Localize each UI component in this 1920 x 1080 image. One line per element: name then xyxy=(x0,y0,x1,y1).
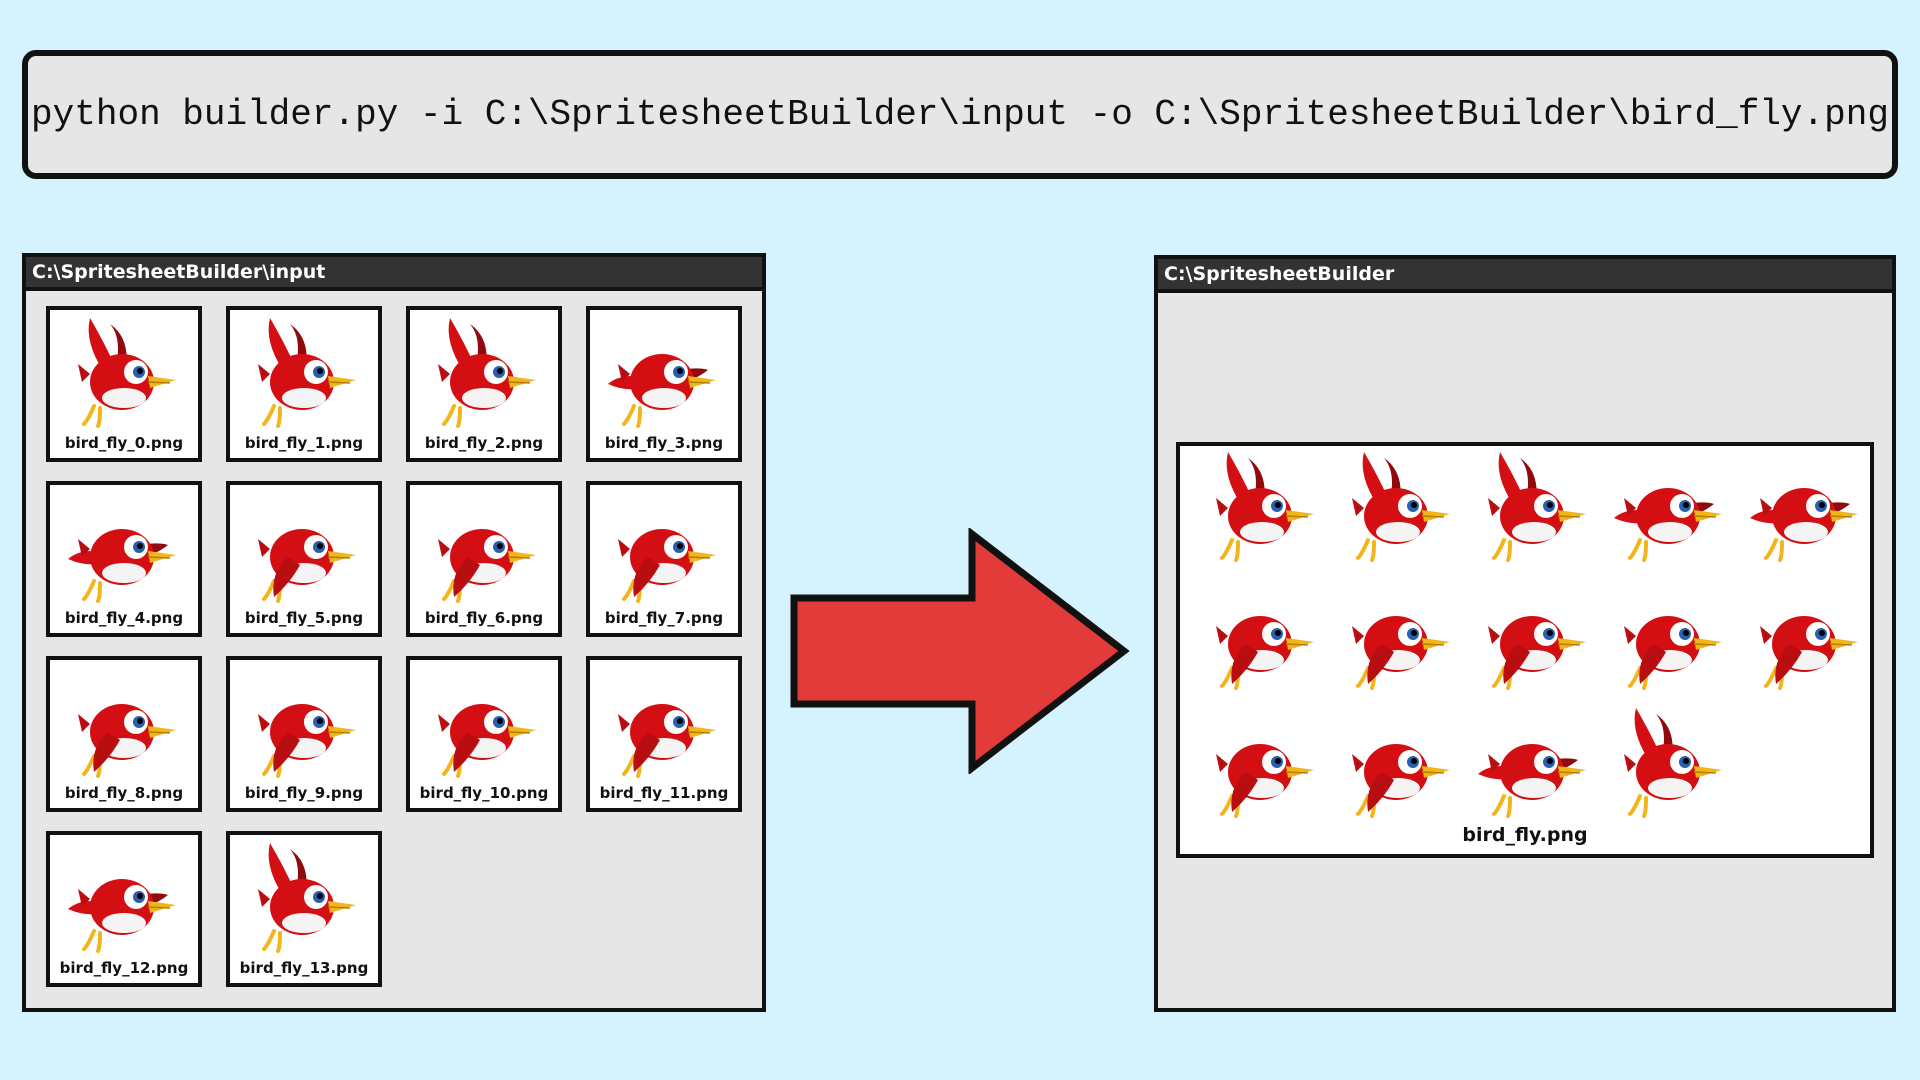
file-thumbnail[interactable]: bird_fly_11.png xyxy=(586,656,742,812)
bird-sprite-icon xyxy=(1622,614,1724,690)
spritesheet-image: bird_fly.png xyxy=(1176,442,1874,858)
bird-sprite-icon xyxy=(1350,614,1452,690)
file-thumbnail[interactable]: bird_fly_6.png xyxy=(406,481,562,637)
sprite-frame xyxy=(1202,574,1322,694)
sprite-frame xyxy=(1474,574,1594,694)
bird-sprite-icon xyxy=(76,702,178,778)
file-name: bird_fly_8.png xyxy=(64,784,184,802)
sprite-frame xyxy=(1474,446,1594,566)
file-thumbnail[interactable]: bird_fly_0.png xyxy=(46,306,202,462)
file-name: bird_fly_4.png xyxy=(64,609,184,627)
file-name: bird_fly_9.png xyxy=(244,784,364,802)
file-name: bird_fly_6.png xyxy=(424,609,544,627)
sprite-frame xyxy=(1610,702,1730,822)
bird-sprite-icon xyxy=(436,702,538,778)
sprite-frame xyxy=(1474,702,1594,822)
bird-sprite-icon xyxy=(1214,742,1316,818)
file-name: bird_fly_10.png xyxy=(419,784,549,802)
file-thumbnail[interactable]: bird_fly_5.png xyxy=(226,481,382,637)
bird-sprite-icon xyxy=(616,702,718,778)
file-name: bird_fly_13.png xyxy=(239,959,369,977)
bird-sprite-icon xyxy=(1486,452,1588,562)
bird-sprite-icon xyxy=(436,527,538,603)
bird-sprite-icon xyxy=(616,527,718,603)
file-name: bird_fly_5.png xyxy=(244,609,364,627)
bird-sprite-icon xyxy=(256,527,358,603)
bird-sprite-icon xyxy=(256,843,358,953)
bird-sprite-icon xyxy=(68,877,178,953)
command-text: python builder.py -i C:\SpritesheetBuild… xyxy=(31,94,1889,135)
bird-sprite-icon xyxy=(1350,452,1452,562)
file-thumbnail[interactable]: bird_fly_3.png xyxy=(586,306,742,462)
file-thumbnail[interactable]: bird_fly_9.png xyxy=(226,656,382,812)
bird-sprite-icon xyxy=(436,318,538,428)
file-thumbnail[interactable]: bird_fly_12.png xyxy=(46,831,202,987)
file-name: bird_fly_12.png xyxy=(59,959,189,977)
file-thumbnail[interactable]: bird_fly_13.png xyxy=(226,831,382,987)
bird-sprite-icon xyxy=(1614,486,1724,562)
file-name: bird_fly_0.png xyxy=(64,434,184,452)
input-window-title: C:\SpritesheetBuilder\input xyxy=(26,257,762,291)
file-thumbnail[interactable]: bird_fly_2.png xyxy=(406,306,562,462)
bird-sprite-icon xyxy=(256,318,358,428)
sprite-frame xyxy=(1610,574,1730,694)
bird-sprite-icon xyxy=(1758,614,1860,690)
sprite-frame xyxy=(1202,446,1322,566)
file-thumbnail[interactable]: bird_fly_7.png xyxy=(586,481,742,637)
file-name: bird_fly_1.png xyxy=(244,434,364,452)
sprite-frame xyxy=(1610,446,1730,566)
sprite-frame xyxy=(1746,446,1866,566)
bird-sprite-icon xyxy=(1478,742,1588,818)
bird-sprite-icon xyxy=(1350,742,1452,818)
sprite-frame xyxy=(1202,702,1322,822)
output-window-title: C:\SpritesheetBuilder xyxy=(1158,259,1892,293)
bird-sprite-icon xyxy=(76,318,178,428)
spritesheet-filename: bird_fly.png xyxy=(1462,824,1588,846)
bird-sprite-icon xyxy=(256,702,358,778)
bird-sprite-icon xyxy=(1486,614,1588,690)
bird-sprite-icon xyxy=(1750,486,1860,562)
sprite-frame xyxy=(1338,446,1458,566)
sprite-frame xyxy=(1338,702,1458,822)
command-line-box: python builder.py -i C:\SpritesheetBuild… xyxy=(22,50,1898,179)
file-name: bird_fly_2.png xyxy=(424,434,544,452)
file-name: bird_fly_7.png xyxy=(604,609,724,627)
right-arrow-icon xyxy=(790,528,1130,774)
sprite-frame xyxy=(1746,574,1866,694)
file-name: bird_fly_3.png xyxy=(604,434,724,452)
file-thumbnail[interactable]: bird_fly_10.png xyxy=(406,656,562,812)
file-name: bird_fly_11.png xyxy=(599,784,729,802)
file-thumbnail[interactable]: bird_fly_1.png xyxy=(226,306,382,462)
file-thumbnail[interactable]: bird_fly_4.png xyxy=(46,481,202,637)
bird-sprite-icon xyxy=(608,352,718,428)
bird-sprite-icon xyxy=(1214,452,1316,562)
sprite-frame xyxy=(1338,574,1458,694)
bird-sprite-icon xyxy=(1214,614,1316,690)
file-thumbnail[interactable]: bird_fly_8.png xyxy=(46,656,202,812)
bird-sprite-icon xyxy=(1622,708,1724,818)
bird-sprite-icon xyxy=(68,527,178,603)
